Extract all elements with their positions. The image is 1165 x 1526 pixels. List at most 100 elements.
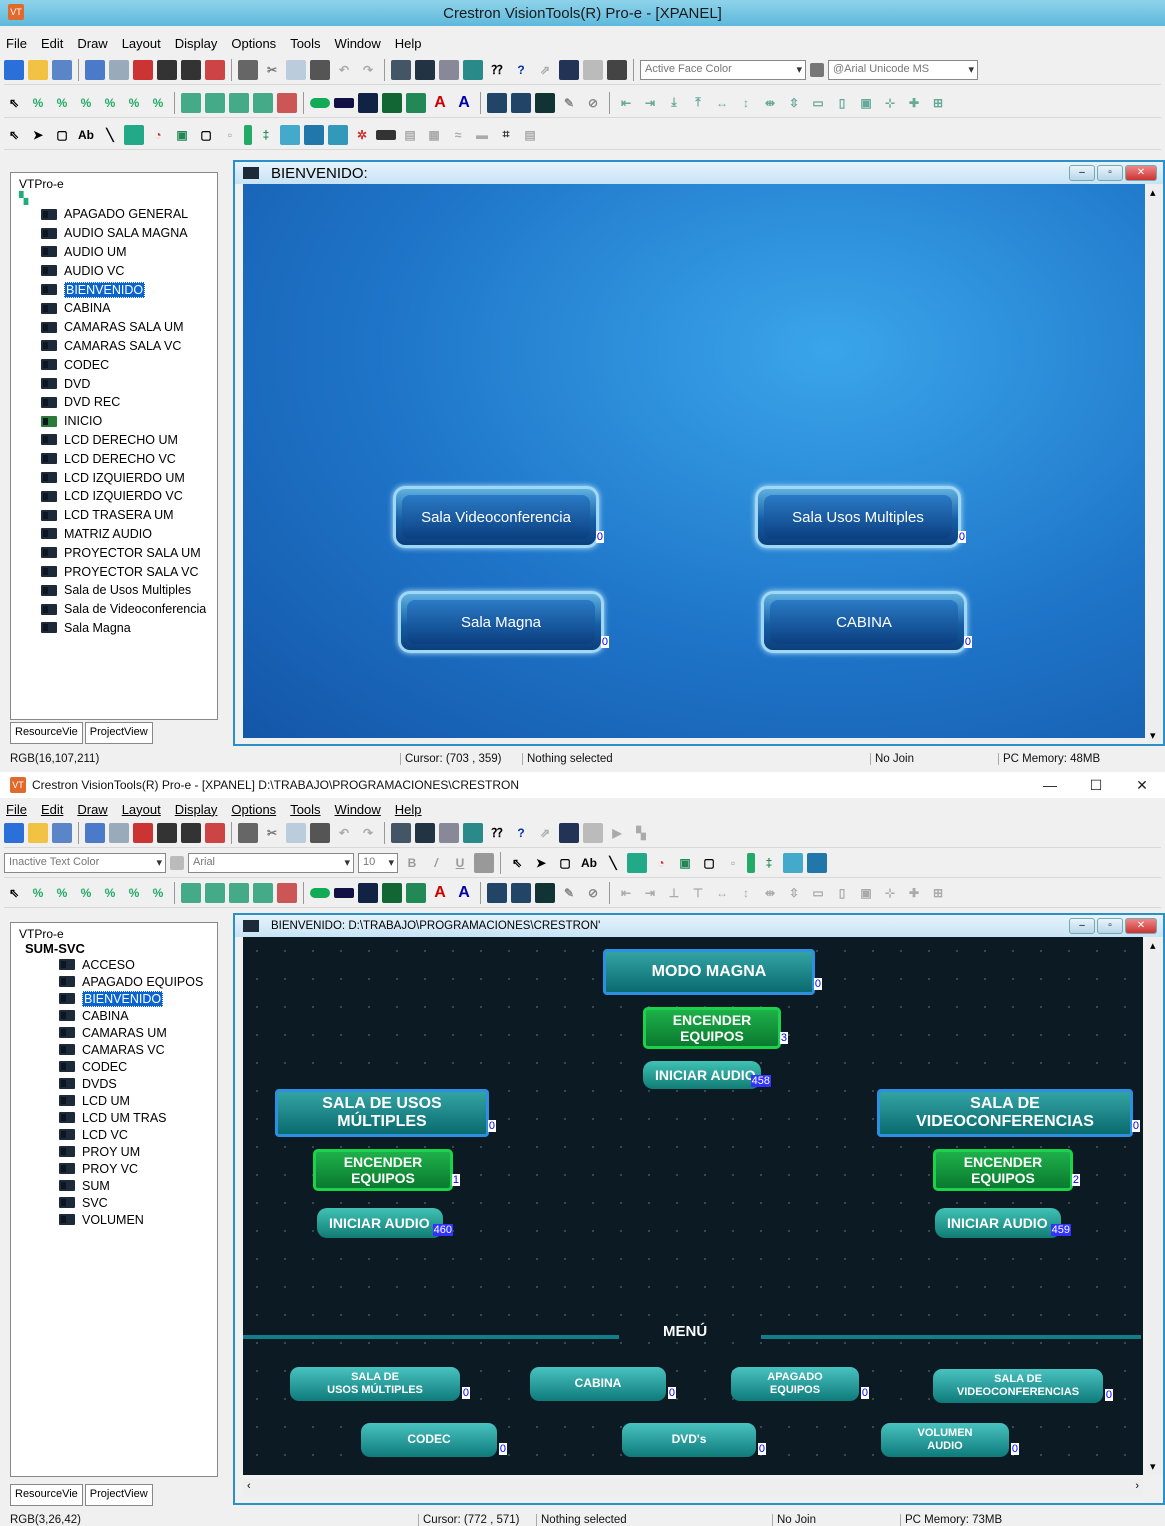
same-width-icon[interactable]: ▭	[808, 93, 828, 113]
menu-sala-videoconferencias-button[interactable]: SALA DE VIDEOCONFERENCIAS 0	[933, 1369, 1113, 1403]
align1-icon[interactable]	[181, 882, 201, 903]
tree-item[interactable]: AUDIO VC	[11, 261, 217, 280]
video-icon[interactable]	[328, 124, 348, 145]
color-swatch[interactable]	[810, 62, 824, 77]
center-page-h-icon[interactable]: ⊹	[880, 883, 900, 903]
tree-item[interactable]: SUM	[11, 1177, 217, 1194]
design-canvas[interactable]: Sala Videoconferencia 0 Sala Usos Multip…	[243, 184, 1145, 738]
maximize-button[interactable]: ▫	[1097, 918, 1123, 934]
shape2-icon[interactable]	[334, 887, 354, 898]
menu-layout[interactable]: Layout	[122, 802, 161, 817]
arrow-icon[interactable]: ➤	[28, 125, 48, 145]
shape4-icon[interactable]	[382, 92, 402, 113]
space-v-icon[interactable]: ⇳	[784, 883, 804, 903]
close-button[interactable]: ✕	[1125, 918, 1157, 934]
tools-icon[interactable]: ▤	[400, 125, 420, 145]
menu-help[interactable]: Help	[395, 802, 422, 817]
shape4-icon[interactable]	[382, 882, 402, 903]
frame-icon[interactable]	[511, 882, 531, 903]
list-icon[interactable]	[783, 852, 803, 873]
view-icon[interactable]	[439, 59, 459, 80]
shape5-icon[interactable]	[406, 92, 426, 113]
tree-item[interactable]: CAMARAS UM	[11, 1024, 217, 1041]
center-v-icon[interactable]: ↕	[736, 883, 756, 903]
tree-item[interactable]: BIENVENIDO	[11, 990, 217, 1007]
menu-cabina-button[interactable]: CABINA 0	[530, 1367, 676, 1401]
align3-icon[interactable]	[229, 92, 249, 113]
text-bg-icon[interactable]: A	[454, 883, 474, 903]
tab-project-view[interactable]: ProjectView	[84, 722, 153, 744]
space-v-icon[interactable]: ⇳	[784, 93, 804, 113]
panel-vertical-scrollbar[interactable]	[1147, 937, 1163, 1475]
slider-icon[interactable]: ‡	[759, 853, 779, 873]
button-icon[interactable]: ▣	[675, 853, 695, 873]
center-page-v-icon[interactable]: ✚	[904, 883, 924, 903]
slider-icon[interactable]: ‡	[256, 125, 276, 145]
tree-item[interactable]: CODEC	[11, 1058, 217, 1075]
menu-window[interactable]: Window	[335, 802, 381, 817]
save-icon[interactable]	[52, 822, 72, 843]
tree-item[interactable]: Sala de Usos Multiples	[11, 581, 217, 600]
view-icon[interactable]	[439, 822, 459, 843]
popup-icon[interactable]	[181, 822, 201, 843]
undo-icon[interactable]: ↶	[334, 823, 354, 843]
align-bottom-icon[interactable]: ⤓	[664, 93, 684, 113]
align5-icon[interactable]	[277, 882, 297, 903]
whats-this-icon[interactable]: ⁇	[487, 60, 507, 80]
frame-icon[interactable]	[511, 92, 531, 113]
menu-options[interactable]: Options	[231, 802, 276, 817]
copy-icon[interactable]	[286, 822, 306, 843]
maximize-button[interactable]: ▫	[1097, 165, 1123, 181]
rectangle-icon[interactable]: ▢	[52, 125, 72, 145]
tree-item[interactable]: Sala Magna	[11, 619, 217, 638]
sala-magna-button[interactable]: Sala Magna 0	[398, 591, 609, 653]
tree-item[interactable]: LCD IZQUIERDO VC	[11, 487, 217, 506]
shape1-icon[interactable]	[310, 97, 330, 108]
font-select[interactable]: @Arial Unicode MS	[828, 59, 978, 80]
tree-item[interactable]: CODEC	[11, 355, 217, 374]
compile-icon[interactable]	[85, 822, 105, 843]
grid-icon[interactable]	[391, 59, 411, 80]
panel-scrollbar[interactable]	[1147, 184, 1163, 744]
tab-resource-view[interactable]: ResourceVie	[10, 1484, 83, 1506]
style1-icon[interactable]: %	[28, 93, 48, 113]
tree-item[interactable]: ACCESO	[11, 956, 217, 973]
picture-icon[interactable]	[627, 852, 647, 873]
transfer-icon[interactable]	[133, 59, 153, 80]
shape3-icon[interactable]	[358, 882, 378, 903]
box-icon[interactable]: ▫	[723, 853, 743, 873]
style1-icon[interactable]: %	[28, 883, 48, 903]
no-icon[interactable]: ⊘	[583, 883, 603, 903]
pointer-icon[interactable]: ⇖	[4, 93, 24, 113]
sum-iniciar-audio-button[interactable]: INICIAR AUDIO 460	[317, 1208, 453, 1238]
preview-icon[interactable]	[559, 822, 579, 843]
style4-icon[interactable]: %	[100, 883, 120, 903]
sala-videoconferencia-button[interactable]: Sala Videoconferencia 0	[393, 486, 604, 548]
sala-usos-multiples-button[interactable]: Sala Usos Multiples 0	[755, 486, 966, 548]
wifi-icon[interactable]: ≈	[448, 125, 468, 145]
select-icon[interactable]: ⇖	[507, 853, 527, 873]
subpage-ref-icon[interactable]	[807, 852, 827, 873]
popup-icon[interactable]	[181, 59, 201, 80]
tree-item[interactable]: MATRIZ AUDIO	[11, 525, 217, 544]
tree-item[interactable]: DVD	[11, 374, 217, 393]
tree-item[interactable]: LCD UM TRAS	[11, 1109, 217, 1126]
style5-icon[interactable]: %	[124, 883, 144, 903]
layer-icon[interactable]	[415, 59, 435, 80]
help-icon[interactable]: ?	[511, 823, 531, 843]
align-left-icon[interactable]: ⇤	[616, 93, 636, 113]
text-tool-icon[interactable]: Ab	[76, 125, 96, 145]
stop-icon[interactable]	[607, 59, 627, 80]
tree-item[interactable]: CAMARAS VC	[11, 1041, 217, 1058]
text-color-icon[interactable]: A	[430, 883, 450, 903]
help-icon[interactable]: ?	[511, 60, 531, 80]
align2-icon[interactable]	[205, 882, 225, 903]
text-color-select[interactable]: Inactive Text Color	[4, 852, 166, 873]
space-h-icon[interactable]: ⇹	[760, 93, 780, 113]
center-h-icon[interactable]: ↔	[712, 883, 732, 903]
rectangle-icon[interactable]: ▢	[555, 853, 575, 873]
align5-icon[interactable]	[277, 92, 297, 113]
subpage-ref-icon[interactable]	[304, 124, 324, 145]
pointer-icon[interactable]: ⇖	[4, 883, 24, 903]
menu-draw[interactable]: Draw	[77, 802, 107, 817]
